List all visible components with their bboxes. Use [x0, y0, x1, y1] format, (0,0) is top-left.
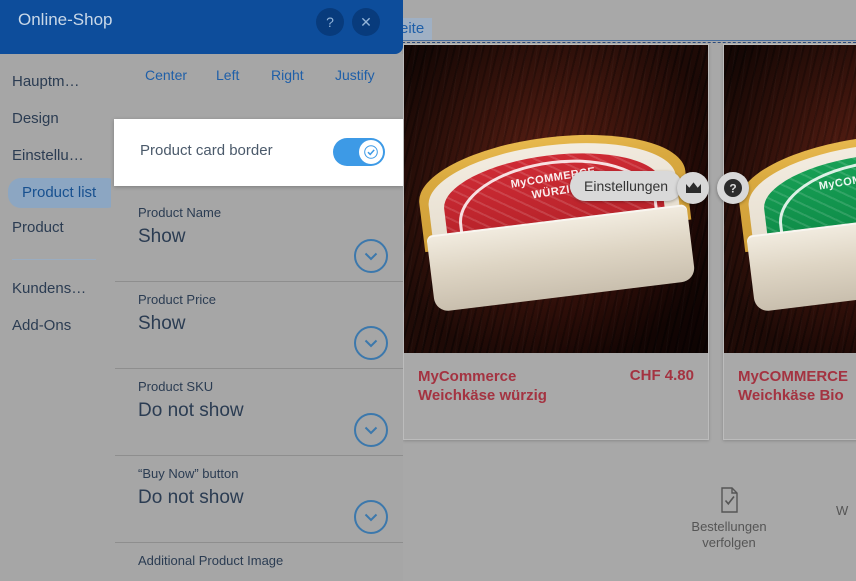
setting-value: Show — [138, 313, 186, 334]
modal-panel: Center Left Right Justify Product card b… — [111, 54, 403, 581]
product-name-line2: Weichkäse Bio — [738, 387, 844, 404]
sidebar-item-kundenservice[interactable]: Kundens… — [12, 276, 86, 302]
setting-value: Do not show — [138, 400, 244, 421]
modal-close-button[interactable]: ✕ — [352, 8, 380, 36]
tab-underline-solid — [392, 40, 856, 41]
product-card[interactable]: MyCOMMERCE BIO MyCOMMERCE Weichkäse Bio — [723, 44, 856, 440]
feature-item[interactable]: Bestellungen verfolgen — [668, 487, 790, 551]
product-card[interactable]: MyCOMMERCE WÜRZIG MyCommerce Weichkäse w… — [403, 44, 709, 440]
setting-label: Product SKU — [138, 379, 214, 394]
align-justify-option[interactable]: Justify — [335, 67, 375, 83]
product-card-border-toggle[interactable] — [333, 138, 385, 166]
toggle-knob — [359, 140, 383, 164]
modal-help-button[interactable]: ? — [316, 8, 344, 36]
sidebar-item-product-list[interactable]: Product list — [8, 178, 120, 208]
feature-item-truncated[interactable]: W — [836, 503, 856, 519]
sidebar-item-design[interactable]: Design — [12, 106, 59, 132]
setting-row-buy-now-button[interactable]: “Buy Now” button Do not show — [111, 456, 403, 543]
setting-row-product-price[interactable]: Product Price Show — [111, 282, 403, 369]
alignment-toolbar: Center Left Right Justify — [111, 54, 403, 112]
product-list-preview: MyCOMMERCE WÜRZIG MyCommerce Weichkäse w… — [392, 44, 856, 464]
tab-underline-dashed — [392, 42, 856, 43]
online-shop-modal: Online-Shop ? ✕ Hauptm… Design Einstellu… — [0, 0, 403, 581]
sidebar-item-product[interactable]: Product — [12, 215, 64, 241]
setting-label: “Buy Now” button — [138, 466, 239, 481]
chevron-down-icon[interactable] — [354, 239, 388, 273]
product-name: MyCommerce Weichkäse würzig — [418, 367, 598, 405]
setting-label: Product Price — [138, 292, 217, 307]
setting-label: Product Name — [138, 205, 222, 220]
chevron-down-icon[interactable] — [354, 500, 388, 534]
align-left-option[interactable]: Left — [216, 67, 239, 83]
crown-icon — [685, 181, 701, 193]
settings-tooltip: Einstellungen — [570, 171, 683, 201]
close-icon: ✕ — [360, 13, 372, 30]
setting-value: Do not show — [138, 487, 244, 508]
product-meta: MyCommerce Weichkäse würzig CHF 4.80 — [404, 353, 708, 437]
setting-row-product-sku[interactable]: Product SKU Do not show — [111, 369, 403, 456]
feature-label-line2: verfolgen — [702, 535, 756, 550]
setting-row-additional-product-image[interactable]: Additional Product Image — [111, 543, 403, 581]
crown-icon-button[interactable] — [677, 172, 709, 204]
svg-text:?: ? — [729, 182, 736, 196]
modal-body: Hauptm… Design Einstellu… Product list P… — [0, 54, 403, 581]
modal-sidebar: Hauptm… Design Einstellu… Product list P… — [0, 54, 120, 581]
sidebar-item-add-ons[interactable]: Add-Ons — [12, 313, 71, 339]
product-meta: MyCOMMERCE Weichkäse Bio — [724, 353, 856, 437]
check-icon — [364, 145, 378, 159]
sidebar-divider — [12, 259, 96, 260]
setting-value: Show — [138, 226, 186, 247]
modal-header: Online-Shop ? ✕ — [0, 0, 403, 54]
help-icon-button[interactable]: ? — [717, 172, 749, 204]
sidebar-item-einstellungen[interactable]: Einstellu… — [12, 143, 84, 169]
feature-label-line1: W — [836, 503, 849, 518]
question-mark-icon: ? — [326, 14, 334, 30]
cheese-wheel-red: MyCOMMERCE WÜRZIG — [413, 121, 698, 314]
document-check-icon — [721, 487, 738, 513]
chevron-down-icon[interactable] — [354, 413, 388, 447]
sidebar-item-hauptmenu[interactable]: Hauptm… — [12, 69, 80, 95]
modal-title: Online-Shop — [18, 10, 113, 29]
product-card-border-row[interactable]: Product card border — [114, 119, 403, 186]
product-price: CHF 4.80 — [629, 367, 694, 384]
question-mark-icon: ? — [724, 179, 742, 197]
product-card-border-label: Product card border — [140, 142, 273, 159]
feature-label-line1: Bestellungen — [691, 519, 767, 534]
product-name-line2: Weichkäse würzig — [418, 387, 547, 404]
chevron-down-icon[interactable] — [354, 326, 388, 360]
align-center-option[interactable]: Center — [145, 67, 187, 83]
product-name-line1: MyCOMMERCE — [738, 368, 849, 385]
setting-label: Additional Product Image — [138, 553, 284, 568]
setting-row-product-name[interactable]: Product Name Show — [111, 195, 403, 282]
cheese-brand-text: MyCOMMERCE BIO — [817, 164, 856, 193]
product-name-line1: MyCommerce — [418, 368, 517, 385]
product-name: MyCOMMERCE Weichkäse Bio — [738, 367, 856, 405]
align-right-option[interactable]: Right — [271, 67, 304, 83]
